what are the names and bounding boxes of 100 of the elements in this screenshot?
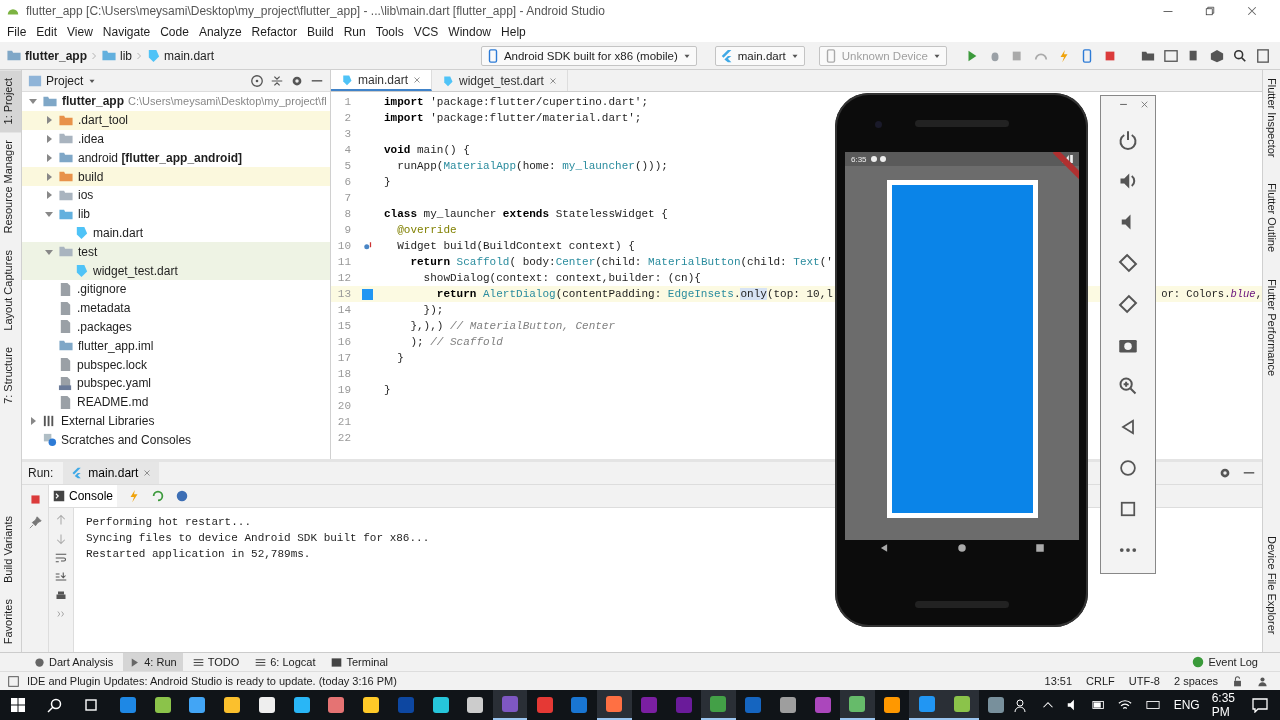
tool-window-button[interactable]: Terminal (325, 653, 395, 671)
tree-row[interactable]: flutter_app C:\Users\meysami\Desktop\my_project\fl (22, 92, 330, 111)
breadcrumb[interactable]: flutter_app (6, 48, 87, 63)
device-icon[interactable] (1080, 48, 1094, 63)
tree-row[interactable]: test (22, 242, 330, 262)
scroll-to-end-icon[interactable] (55, 571, 67, 583)
app-icon[interactable] (224, 697, 241, 713)
collapsed-arrow-icon[interactable] (44, 171, 54, 182)
menu-item[interactable]: Build (301, 25, 339, 39)
tree-row[interactable]: lib (22, 204, 330, 224)
tree-row[interactable]: External Libraries (22, 411, 330, 431)
menu-item[interactable]: Edit (31, 25, 63, 39)
event-log-button[interactable]: Event Log (1186, 653, 1264, 671)
tool-window-tab[interactable]: 7: Structure (0, 338, 21, 412)
close-icon[interactable] (1140, 100, 1149, 109)
battery-icon[interactable] (1091, 698, 1106, 712)
menu-item[interactable]: VCS (408, 25, 444, 39)
tool-window-button[interactable]: Dart Analysis (28, 653, 120, 671)
tool-window-button[interactable]: 6: Logcat (249, 653, 322, 671)
app-icon[interactable] (293, 697, 310, 713)
zoom-icon[interactable] (1118, 376, 1138, 396)
collapsed-arrow-icon[interactable] (44, 152, 54, 163)
tool-window-button[interactable]: 4: Run (123, 653, 183, 671)
app-icon[interactable] (258, 697, 275, 713)
app-icon[interactable] (467, 697, 484, 713)
collapsed-arrow-icon[interactable] (44, 115, 54, 126)
collapsed-arrow-icon[interactable] (44, 190, 54, 201)
tool-window-tab[interactable]: 1: Project (0, 70, 21, 133)
app-icon[interactable] (953, 696, 970, 712)
close-icon[interactable] (143, 469, 152, 477)
app-icon[interactable] (884, 697, 901, 713)
tool-window-tab[interactable]: Resource Manager (0, 132, 21, 243)
tree-row[interactable]: widget_test.dart (22, 261, 330, 280)
tool-window-tab[interactable]: Flutter Performance (1263, 270, 1280, 384)
collapsed-arrow-icon[interactable] (28, 415, 38, 426)
back-icon[interactable] (879, 543, 889, 553)
menu-item[interactable]: View (62, 25, 98, 39)
windows-logo-icon[interactable] (10, 697, 26, 713)
collapsed-arrow-icon[interactable] (44, 134, 54, 144)
run-tab[interactable]: main.dart (63, 462, 160, 484)
tree-row[interactable]: Scratches and Consoles (22, 430, 330, 450)
window-icon[interactable] (1164, 48, 1178, 63)
app-icon[interactable] (154, 697, 171, 713)
restore-icon[interactable] (1204, 5, 1216, 17)
line-separator[interactable]: CRLF (1086, 675, 1115, 687)
editor-tab[interactable]: main.dart (331, 70, 433, 91)
run-config-dropdown[interactable]: main.dart (714, 45, 805, 66)
tool-window-tab[interactable]: Favorites (0, 590, 21, 652)
app-icon[interactable] (432, 697, 449, 713)
home-icon[interactable] (1118, 458, 1138, 478)
tool-window-button[interactable]: TODO (186, 653, 246, 671)
indent-setting[interactable]: 2 spaces (1173, 675, 1218, 687)
tree-row[interactable]: README.md (22, 392, 330, 412)
soft-wrap-icon[interactable] (55, 552, 67, 564)
tree-row[interactable]: main.dart (22, 223, 330, 243)
box-icon[interactable] (1210, 48, 1224, 63)
overview-icon[interactable] (1118, 499, 1138, 519)
app-icon[interactable] (189, 697, 206, 713)
person-icon[interactable] (1257, 675, 1268, 687)
close-icon[interactable] (413, 75, 422, 84)
search-icon[interactable] (46, 697, 63, 713)
volume-up-icon[interactable] (1118, 171, 1138, 191)
clock[interactable]: 6:35 PM (1211, 691, 1240, 719)
menu-item[interactable]: Tools (370, 25, 409, 39)
lock-icon[interactable] (1232, 675, 1243, 687)
app-icon[interactable] (363, 697, 380, 713)
tree-row[interactable]: pubspec.lock (22, 355, 330, 374)
pin-icon[interactable] (28, 516, 42, 529)
keyboard-icon[interactable] (1143, 698, 1162, 712)
menu-item[interactable]: Refactor (246, 25, 302, 39)
file-encoding[interactable]: UTF-8 (1128, 675, 1160, 687)
tree-row[interactable]: .gitignore (22, 279, 330, 299)
hot-restart-icon[interactable] (151, 489, 166, 503)
window-icon[interactable] (1256, 48, 1270, 63)
menu-item[interactable]: Help (496, 25, 531, 39)
tree-row[interactable]: .idea (22, 129, 330, 149)
project-view-dropdown[interactable]: Project (28, 73, 98, 88)
tree-row[interactable]: ios (22, 186, 330, 205)
menu-item[interactable]: Analyze (193, 25, 247, 39)
tree-row[interactable]: android [flutter_app_android] (22, 148, 330, 168)
caret-position[interactable]: 13:51 (1044, 675, 1073, 687)
close-icon[interactable] (548, 76, 557, 85)
menu-item[interactable]: Code (155, 25, 194, 39)
tree-row[interactable]: .metadata (22, 298, 330, 318)
rotate-right-icon[interactable] (1118, 294, 1138, 314)
app-icon[interactable] (328, 697, 345, 713)
power-icon[interactable] (1118, 130, 1138, 150)
breadcrumb[interactable]: lib (101, 48, 133, 63)
rotate-left-icon[interactable] (1118, 253, 1138, 273)
home-icon[interactable] (957, 543, 967, 553)
collapse-icon[interactable] (270, 73, 284, 88)
locate-icon[interactable] (250, 73, 264, 88)
tool-window-tab[interactable]: Layout Captures (0, 242, 21, 339)
tool-window-tab[interactable]: Flutter Outline (1263, 175, 1280, 261)
search-icon[interactable] (1233, 48, 1247, 63)
print-icon[interactable] (55, 590, 67, 602)
tree-row[interactable]: flutter_app.iml (22, 336, 330, 356)
app-icon[interactable] (849, 696, 866, 712)
tree-row[interactable]: build (22, 167, 330, 186)
stop-icon[interactable] (28, 493, 42, 506)
